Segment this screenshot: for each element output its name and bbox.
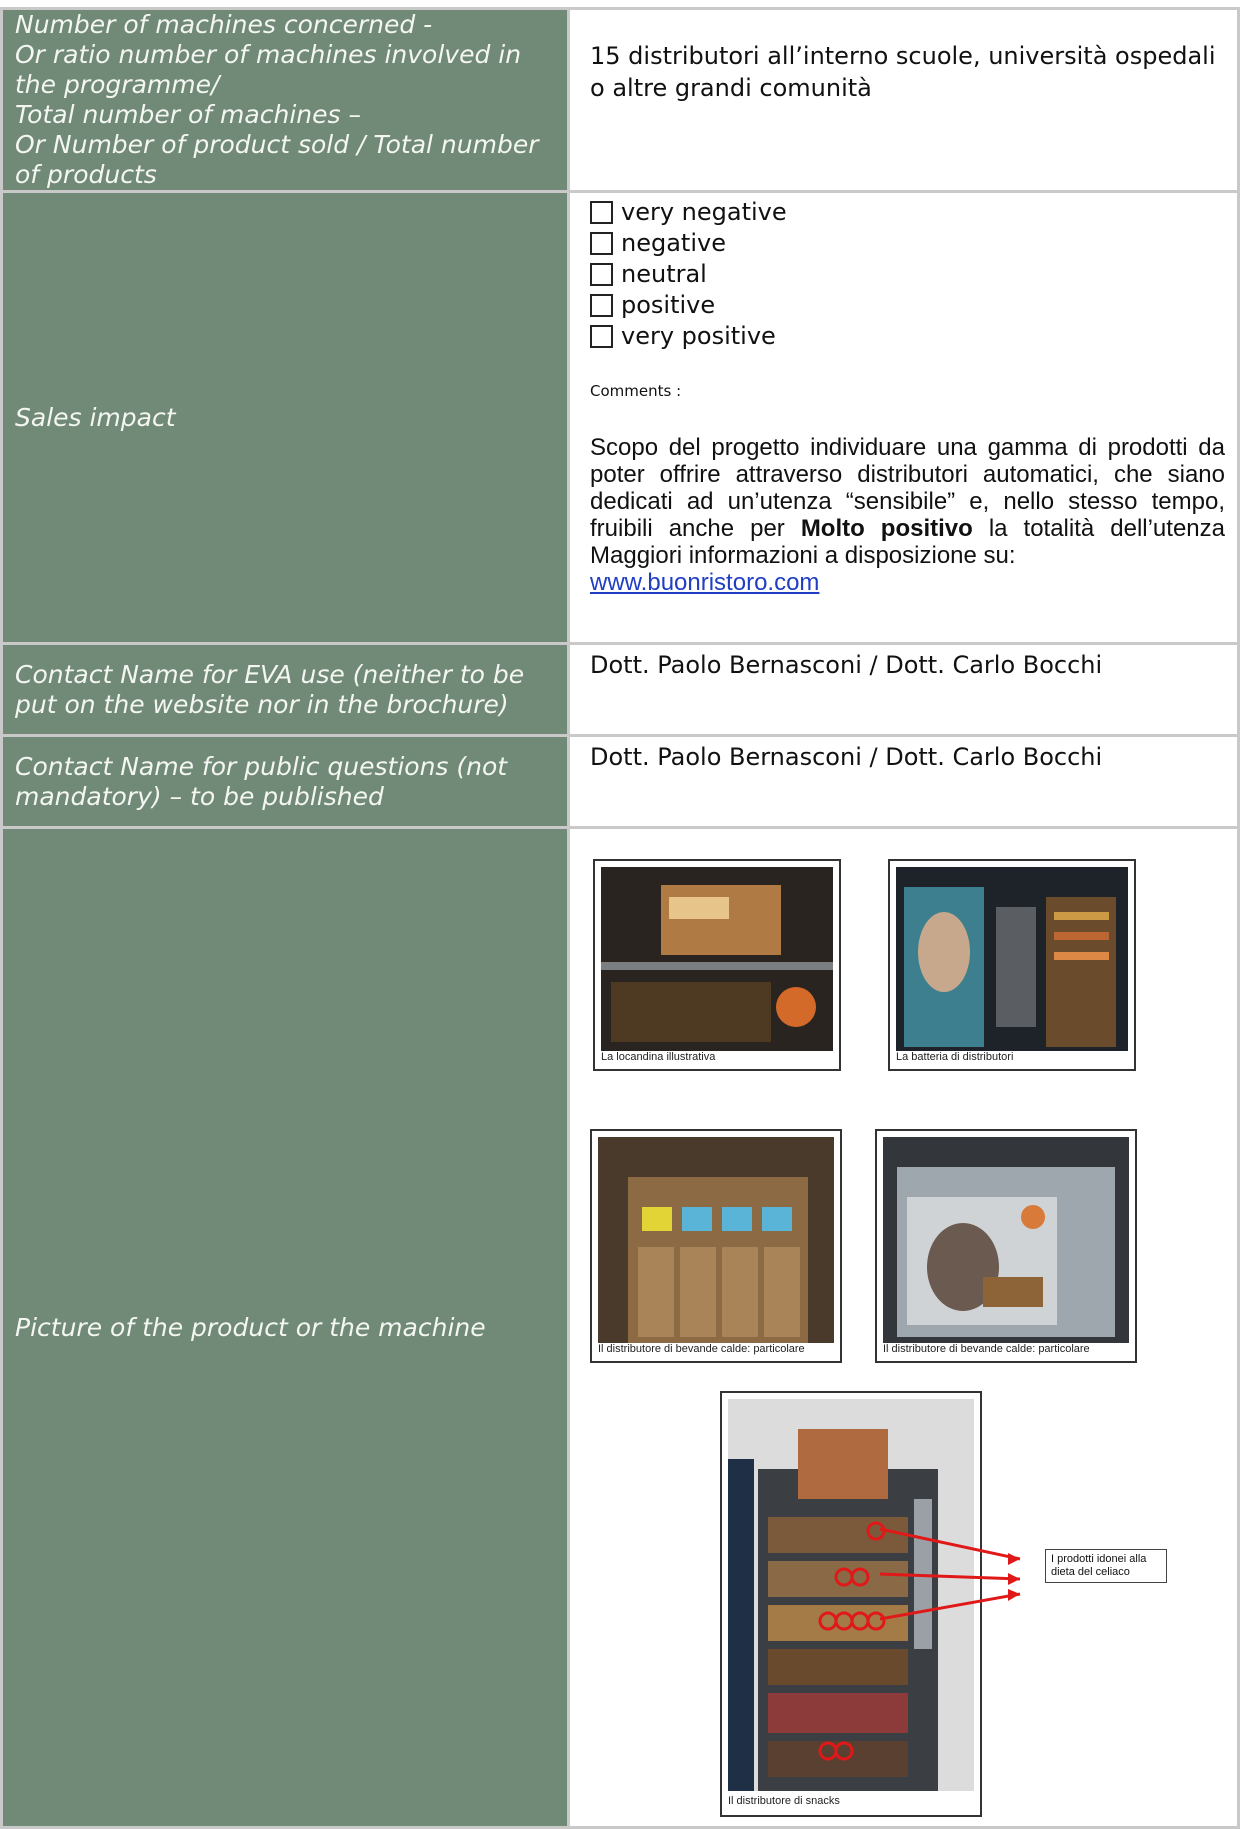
row-contact-public: Contact Name for public questions (not m…	[0, 737, 1240, 829]
comment-bold: Molto positivo	[800, 515, 973, 542]
row-machines: Number of machines concerned - Or ratio …	[0, 7, 1240, 193]
photo-hot-drinks-2: Il distributore di bevande calde: partic…	[875, 1129, 1137, 1363]
label-machines: Number of machines concerned - Or ratio …	[0, 10, 570, 190]
caption-hot-drinks-1: Il distributore di bevande calde: partic…	[598, 1343, 805, 1355]
label-sales-impact: Sales impact	[0, 193, 570, 642]
value-sales-impact: very negative negative neutral positive …	[570, 193, 1240, 642]
arrowhead-1	[1008, 1553, 1020, 1565]
label-machines-text: Number of machines concerned - Or ratio …	[15, 10, 539, 189]
checkbox-very-positive[interactable]	[590, 325, 613, 348]
option-negative-label: negative	[621, 229, 726, 257]
arrow-1	[879, 1527, 1021, 1561]
photo-poster-image	[601, 867, 833, 1051]
photo-hot-drinks-1: Il distributore di bevande calde: partic…	[590, 1129, 842, 1363]
value-machines: 15 distributori all’interno scuole, univ…	[570, 10, 1240, 190]
option-very-negative[interactable]: very negative	[590, 197, 1225, 228]
label-contact-public: Contact Name for public questions (not m…	[0, 737, 570, 826]
photo-hot-drinks-2-image	[883, 1137, 1129, 1343]
caption-poster: La locandina illustrativa	[601, 1051, 716, 1063]
row-contact-eva: Contact Name for EVA use (neither to be …	[0, 645, 1240, 737]
checkbox-negative[interactable]	[590, 232, 613, 255]
checkbox-very-negative[interactable]	[590, 201, 613, 224]
arrowhead-2	[1008, 1573, 1020, 1585]
caption-battery: La batteria di distributori	[896, 1051, 1014, 1063]
photo-battery-image	[896, 867, 1128, 1051]
option-positive[interactable]: positive	[590, 290, 1225, 321]
option-negative[interactable]: negative	[590, 228, 1225, 259]
photo-hot-drinks-1-image	[598, 1137, 834, 1343]
row-sales-impact: Sales impact very negative negative neut…	[0, 193, 1240, 645]
option-neutral-label: neutral	[621, 260, 707, 288]
comments-label: Comments :	[590, 382, 682, 400]
arrow-2	[879, 1572, 1021, 1581]
value-picture: La locandina illustrativa La batteria di…	[570, 829, 1240, 1826]
option-very-positive-label: very positive	[621, 322, 776, 350]
row-picture: Picture of the product or the machine La…	[0, 829, 1240, 1829]
photo-battery: La batteria di distributori	[888, 859, 1136, 1071]
arrowhead-3	[1008, 1589, 1020, 1601]
label-contact-eva: Contact Name for EVA use (neither to be …	[0, 645, 570, 734]
photo-poster: La locandina illustrativa	[593, 859, 841, 1071]
checkbox-positive[interactable]	[590, 294, 613, 317]
comments-text: Scopo del progetto individuare una gamma…	[590, 434, 1225, 596]
caption-snacks: Il distributore di snacks	[728, 1795, 840, 1807]
checkbox-neutral[interactable]	[590, 263, 613, 286]
label-picture: Picture of the product or the machine	[0, 829, 570, 1826]
arrow-3	[879, 1592, 1021, 1621]
arrows	[879, 1527, 1021, 1621]
option-neutral[interactable]: neutral	[590, 259, 1225, 290]
value-contact-eva: Dott. Paolo Bernasconi / Dott. Carlo Boc…	[570, 645, 1240, 734]
option-positive-label: positive	[621, 291, 716, 319]
option-very-negative-label: very negative	[621, 198, 787, 226]
caption-hot-drinks-2: Il distributore di bevande calde: partic…	[883, 1343, 1090, 1355]
note-celiac: I prodotti idonei alla dieta del celiaco	[1045, 1549, 1167, 1583]
option-very-positive[interactable]: very positive	[590, 321, 1225, 352]
form-table: Number of machines concerned - Or ratio …	[0, 7, 1240, 1829]
website-link[interactable]: www.buonristoro.com	[590, 569, 819, 596]
value-contact-public: Dott. Paolo Bernasconi / Dott. Carlo Boc…	[570, 737, 1240, 826]
